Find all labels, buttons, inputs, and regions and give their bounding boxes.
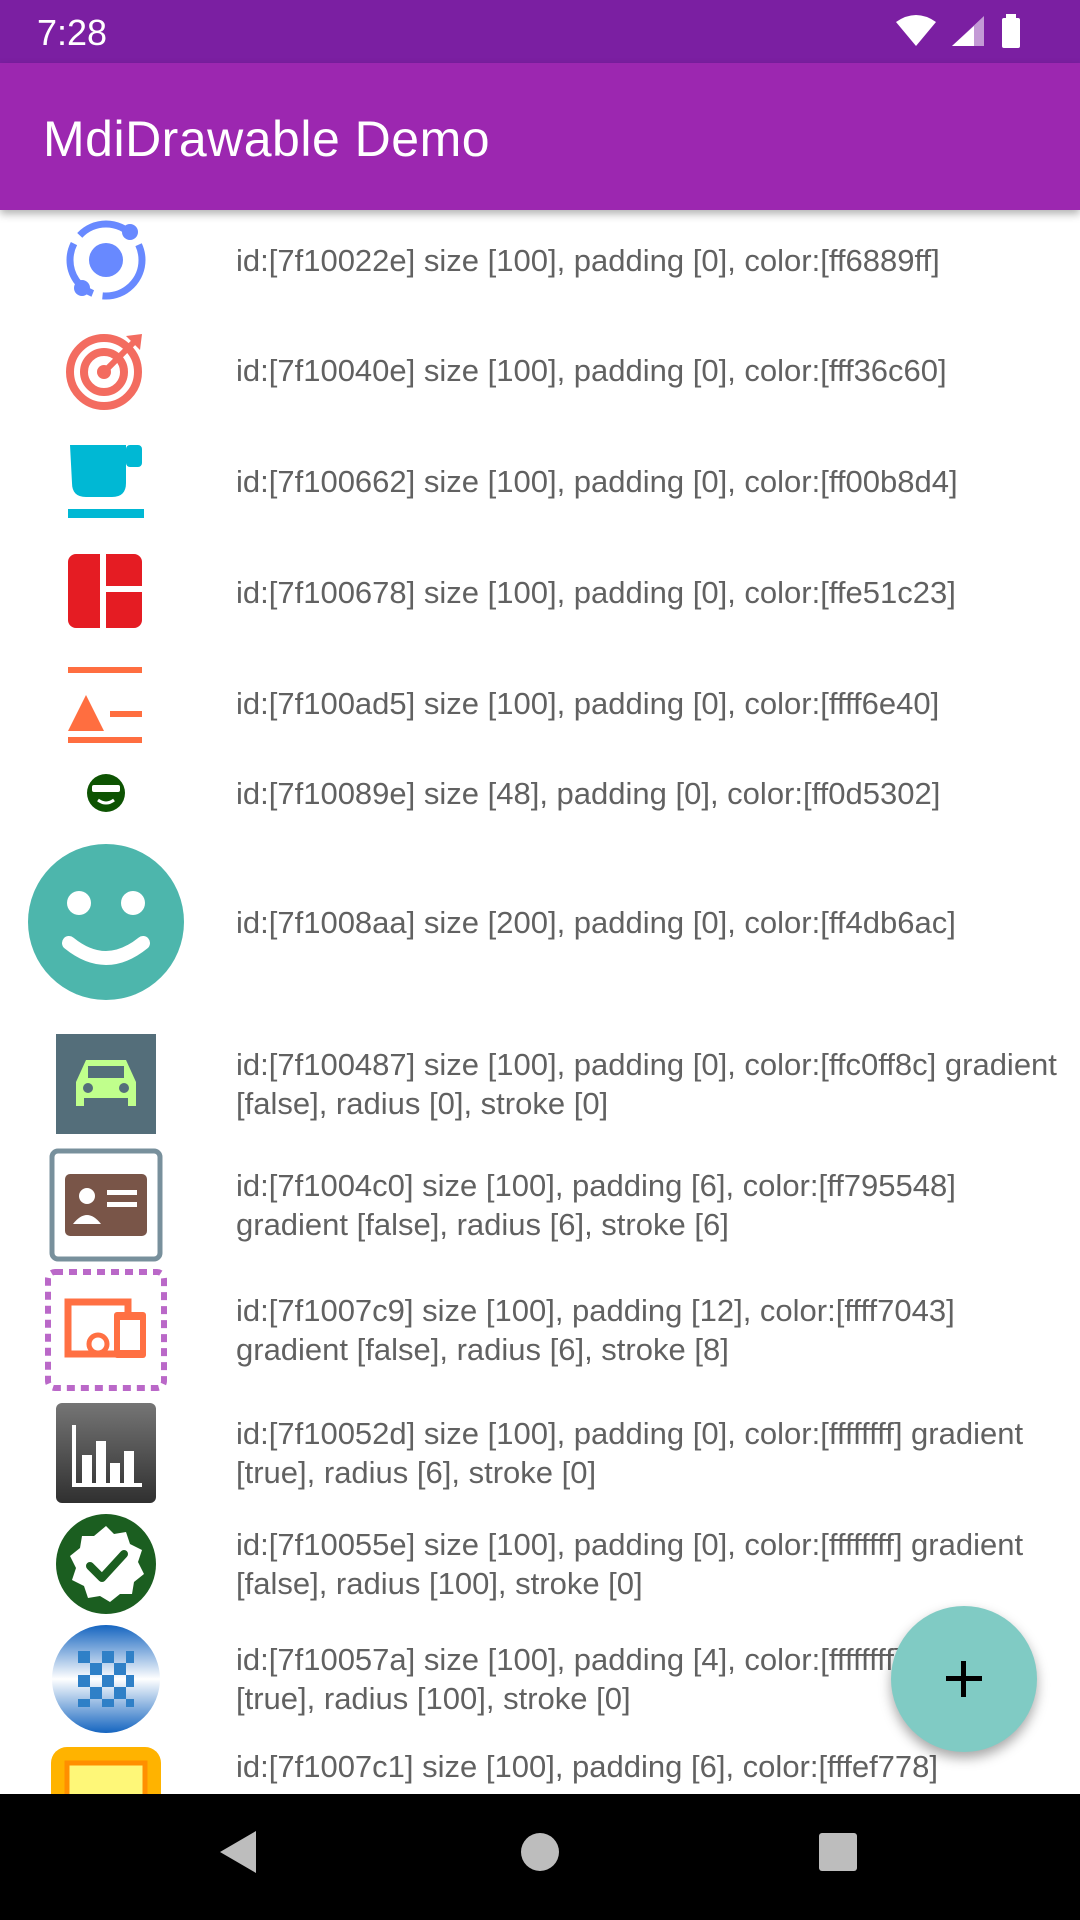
item-text: id:[7f1004c0] size [100], padding [6], c… [236,1168,956,1242]
cellular-icon [952,16,984,46]
list-item[interactable]: id:[7f1008aa] size [200], padding [0], c… [0,837,1080,1007]
item-text: id:[7f1007c1] size [100], padding [6], c… [236,1749,939,1784]
list-item[interactable]: id:[7f1004c0] size [100], padding [6], c… [0,1148,1080,1262]
contact-card-icon [0,1148,212,1262]
list-item[interactable]: id:[7f100662] size [100], padding [0], c… [0,431,1080,531]
item-text: id:[7f1008aa] size [200], padding [0], c… [236,904,956,940]
list-item[interactable]: id:[7f10052d] size [100], padding [0], c… [0,1402,1080,1504]
list-item[interactable]: id:[7f100487] size [100], padding [0], c… [0,1032,1080,1136]
home-icon[interactable] [519,1827,561,1877]
bar-chart-icon [0,1402,212,1504]
status-icons [896,14,1020,48]
list-item[interactable]: id:[7f1007c9] size [100], padding [12], … [0,1268,1080,1392]
item-text: id:[7f100ad5] size [100], padding [0], c… [236,685,940,721]
status-time: 7:28 [37,12,108,53]
icon-list[interactable]: id:[7f10022e] size [100], padding [0], c… [0,210,1080,1794]
battery-icon [1002,14,1020,48]
list-item[interactable]: id:[7f100678] size [100], padding [0], c… [0,542,1080,642]
recents-icon[interactable] [817,1827,859,1877]
list-item[interactable]: id:[7f10022e] size [100], padding [0], c… [0,210,1080,310]
item-text: id:[7f10089e] size [48], padding [0], co… [236,775,941,811]
format-shape-text-icon [0,653,212,753]
item-text: id:[7f100678] size [100], padding [0], c… [236,574,956,610]
item-text: id:[7f100662] size [100], padding [0], c… [236,463,958,499]
item-text: id:[7f10055e] size [100], padding [0], c… [236,1527,1024,1601]
item-text: id:[7f1007c9] size [100], padding [12], … [236,1293,955,1367]
navigation-bar [0,1794,1080,1920]
list-item[interactable]: id:[7f10055e] size [100], padding [0], c… [0,1513,1080,1615]
checkerboard-icon [0,1624,212,1734]
tablet-frame-icon [0,1745,212,1794]
list-item[interactable]: id:[7f1007c1] size [100], padding [6], c… [0,1745,1080,1794]
app-title: MdiDrawable Demo [43,111,491,167]
devices-icon [0,1268,212,1392]
target-arrow-icon [0,320,212,420]
app-bar: MdiDrawable Demo [0,63,1080,210]
car-icon [0,1032,212,1136]
dashboard-layout-icon [0,542,212,642]
list-item[interactable]: id:[7f100ad5] size [100], padding [0], c… [0,653,1080,753]
item-text: id:[7f10022e] size [100], padding [0], c… [236,242,940,278]
verified-check-icon [0,1513,212,1615]
smiley-face-icon [0,837,212,1007]
list-item[interactable]: id:[7f10089e] size [48], padding [0], co… [0,763,1080,823]
incognito-face-icon [0,763,212,823]
orbit-icon [0,210,212,310]
plus-icon [946,1661,982,1697]
wifi-icon [896,15,936,46]
list-item[interactable]: id:[7f10040e] size [100], padding [0], c… [0,320,1080,420]
coffee-cup-icon [0,431,212,531]
status-bar: 7:28 [0,0,1080,63]
item-text: id:[7f10052d] size [100], padding [0], c… [236,1416,1024,1490]
item-text: id:[7f10040e] size [100], padding [0], c… [236,352,947,388]
item-text: id:[7f100487] size [100], padding [0], c… [236,1047,1057,1121]
add-fab-button[interactable] [891,1606,1037,1752]
back-icon[interactable] [216,1827,260,1877]
